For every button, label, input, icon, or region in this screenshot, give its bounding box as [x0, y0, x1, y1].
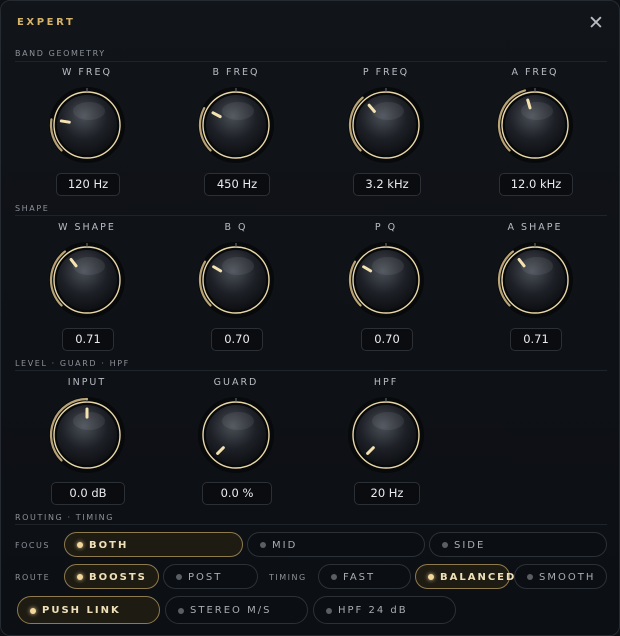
a-freq-knob[interactable] [495, 85, 575, 165]
section-divider [15, 524, 607, 525]
timing-smooth-button[interactable]: SMOOTH [514, 564, 607, 589]
route-post-button[interactable]: POST [163, 564, 258, 589]
pill-label: BOOSTS [89, 572, 147, 583]
pill-label: SIDE [454, 540, 486, 551]
knob-gloss [222, 102, 254, 120]
knob-label: INPUT [67, 377, 107, 388]
knob-gloss [73, 257, 105, 275]
status-dot [527, 574, 533, 580]
b-q-value[interactable]: 0.70 [211, 328, 263, 351]
input-knob[interactable] [47, 395, 127, 475]
knob-gloss [73, 412, 105, 430]
guard-value[interactable]: 0.0 % [202, 482, 272, 505]
expert-panel: EXPERT ✕ BAND GEOMETRY W FREQ 120 Hz B F… [0, 0, 620, 636]
knob-gloss [521, 257, 553, 275]
knob-label: W FREQ [62, 67, 112, 78]
knob-label: B Q [224, 222, 248, 233]
timing-label: TIMING [269, 573, 307, 582]
pill-label: FAST [343, 572, 376, 583]
knob-gloss [222, 257, 254, 275]
section-divider [15, 61, 607, 62]
focus-mid-button[interactable]: MID [247, 532, 425, 557]
knob-label: B FREQ [212, 67, 260, 78]
timing-fast-button[interactable]: FAST [318, 564, 411, 589]
pill-label: BALANCED [440, 572, 517, 583]
status-dot [77, 574, 83, 580]
section-shape: SHAPE [15, 204, 50, 213]
section-level: LEVEL · GUARD · HPF [15, 359, 130, 368]
focus-side-button[interactable]: SIDE [429, 532, 607, 557]
section-band-geometry: BAND GEOMETRY [15, 49, 106, 58]
b-freq-knob[interactable] [196, 85, 276, 165]
hpf-24db-toggle[interactable]: HPF 24 dB [313, 596, 456, 624]
knob-gloss [521, 102, 553, 120]
timing-balanced-button[interactable]: BALANCED [415, 564, 514, 589]
p-q-value[interactable]: 0.70 [361, 328, 413, 351]
pill-label: MID [272, 540, 298, 551]
section-divider [15, 370, 607, 371]
guard-knob[interactable] [196, 395, 276, 475]
a-shape-knob[interactable] [495, 240, 575, 320]
route-label: ROUTE [15, 573, 51, 582]
knob-label: HPF [373, 377, 399, 388]
w-freq-value[interactable]: 120 Hz [56, 173, 120, 196]
b-freq-value[interactable]: 450 Hz [204, 173, 270, 196]
hpf-knob[interactable] [346, 395, 426, 475]
knob-gloss [73, 102, 105, 120]
status-dot [331, 574, 337, 580]
stereo-ms-toggle[interactable]: STEREO M/S [165, 596, 308, 624]
status-dot [77, 542, 83, 548]
push-link-toggle[interactable]: PUSH LINK [17, 596, 160, 624]
p-freq-value[interactable]: 3.2 kHz [353, 173, 421, 196]
b-q-knob[interactable] [196, 240, 276, 320]
section-divider [15, 215, 607, 216]
p-q-knob[interactable] [346, 240, 426, 320]
status-dot [260, 542, 266, 548]
pill-label: HPF 24 dB [338, 605, 408, 616]
w-freq-knob[interactable] [47, 85, 127, 165]
knob-gloss [372, 412, 404, 430]
panel-title: EXPERT [17, 17, 76, 28]
focus-label: FOCUS [15, 541, 50, 550]
status-dot [428, 574, 434, 580]
knob-label: A SHAPE [507, 222, 563, 233]
a-freq-value[interactable]: 12.0 kHz [499, 173, 573, 196]
knob-label: P Q [374, 222, 398, 233]
pill-label: BOTH [89, 540, 129, 551]
a-shape-value[interactable]: 0.71 [510, 328, 562, 351]
w-shape-knob[interactable] [47, 240, 127, 320]
focus-both-button[interactable]: BOTH [64, 532, 243, 557]
knob-label: GUARD [213, 377, 259, 388]
knob-gloss [372, 102, 404, 120]
status-dot [176, 574, 182, 580]
hpf-value[interactable]: 20 Hz [354, 482, 420, 505]
knob-gloss [222, 412, 254, 430]
pill-label: POST [188, 572, 223, 583]
p-freq-knob[interactable] [346, 85, 426, 165]
knob-pointer [59, 119, 71, 124]
knob-label: P FREQ [362, 67, 410, 78]
close-icon[interactable]: ✕ [587, 14, 605, 33]
status-dot [30, 608, 36, 614]
status-dot [178, 608, 184, 614]
route-boosts-button[interactable]: BOOSTS [64, 564, 159, 589]
knob-label: A FREQ [511, 67, 559, 78]
w-shape-value[interactable]: 0.71 [62, 328, 114, 351]
section-routing: ROUTING · TIMING [15, 513, 115, 522]
pill-label: SMOOTH [539, 572, 596, 583]
status-dot [326, 608, 332, 614]
pill-label: STEREO M/S [190, 605, 272, 616]
input-value[interactable]: 0.0 dB [51, 482, 125, 505]
knob-gloss [372, 257, 404, 275]
knob-label: W SHAPE [58, 222, 116, 233]
status-dot [442, 542, 448, 548]
pill-label: PUSH LINK [42, 605, 121, 616]
